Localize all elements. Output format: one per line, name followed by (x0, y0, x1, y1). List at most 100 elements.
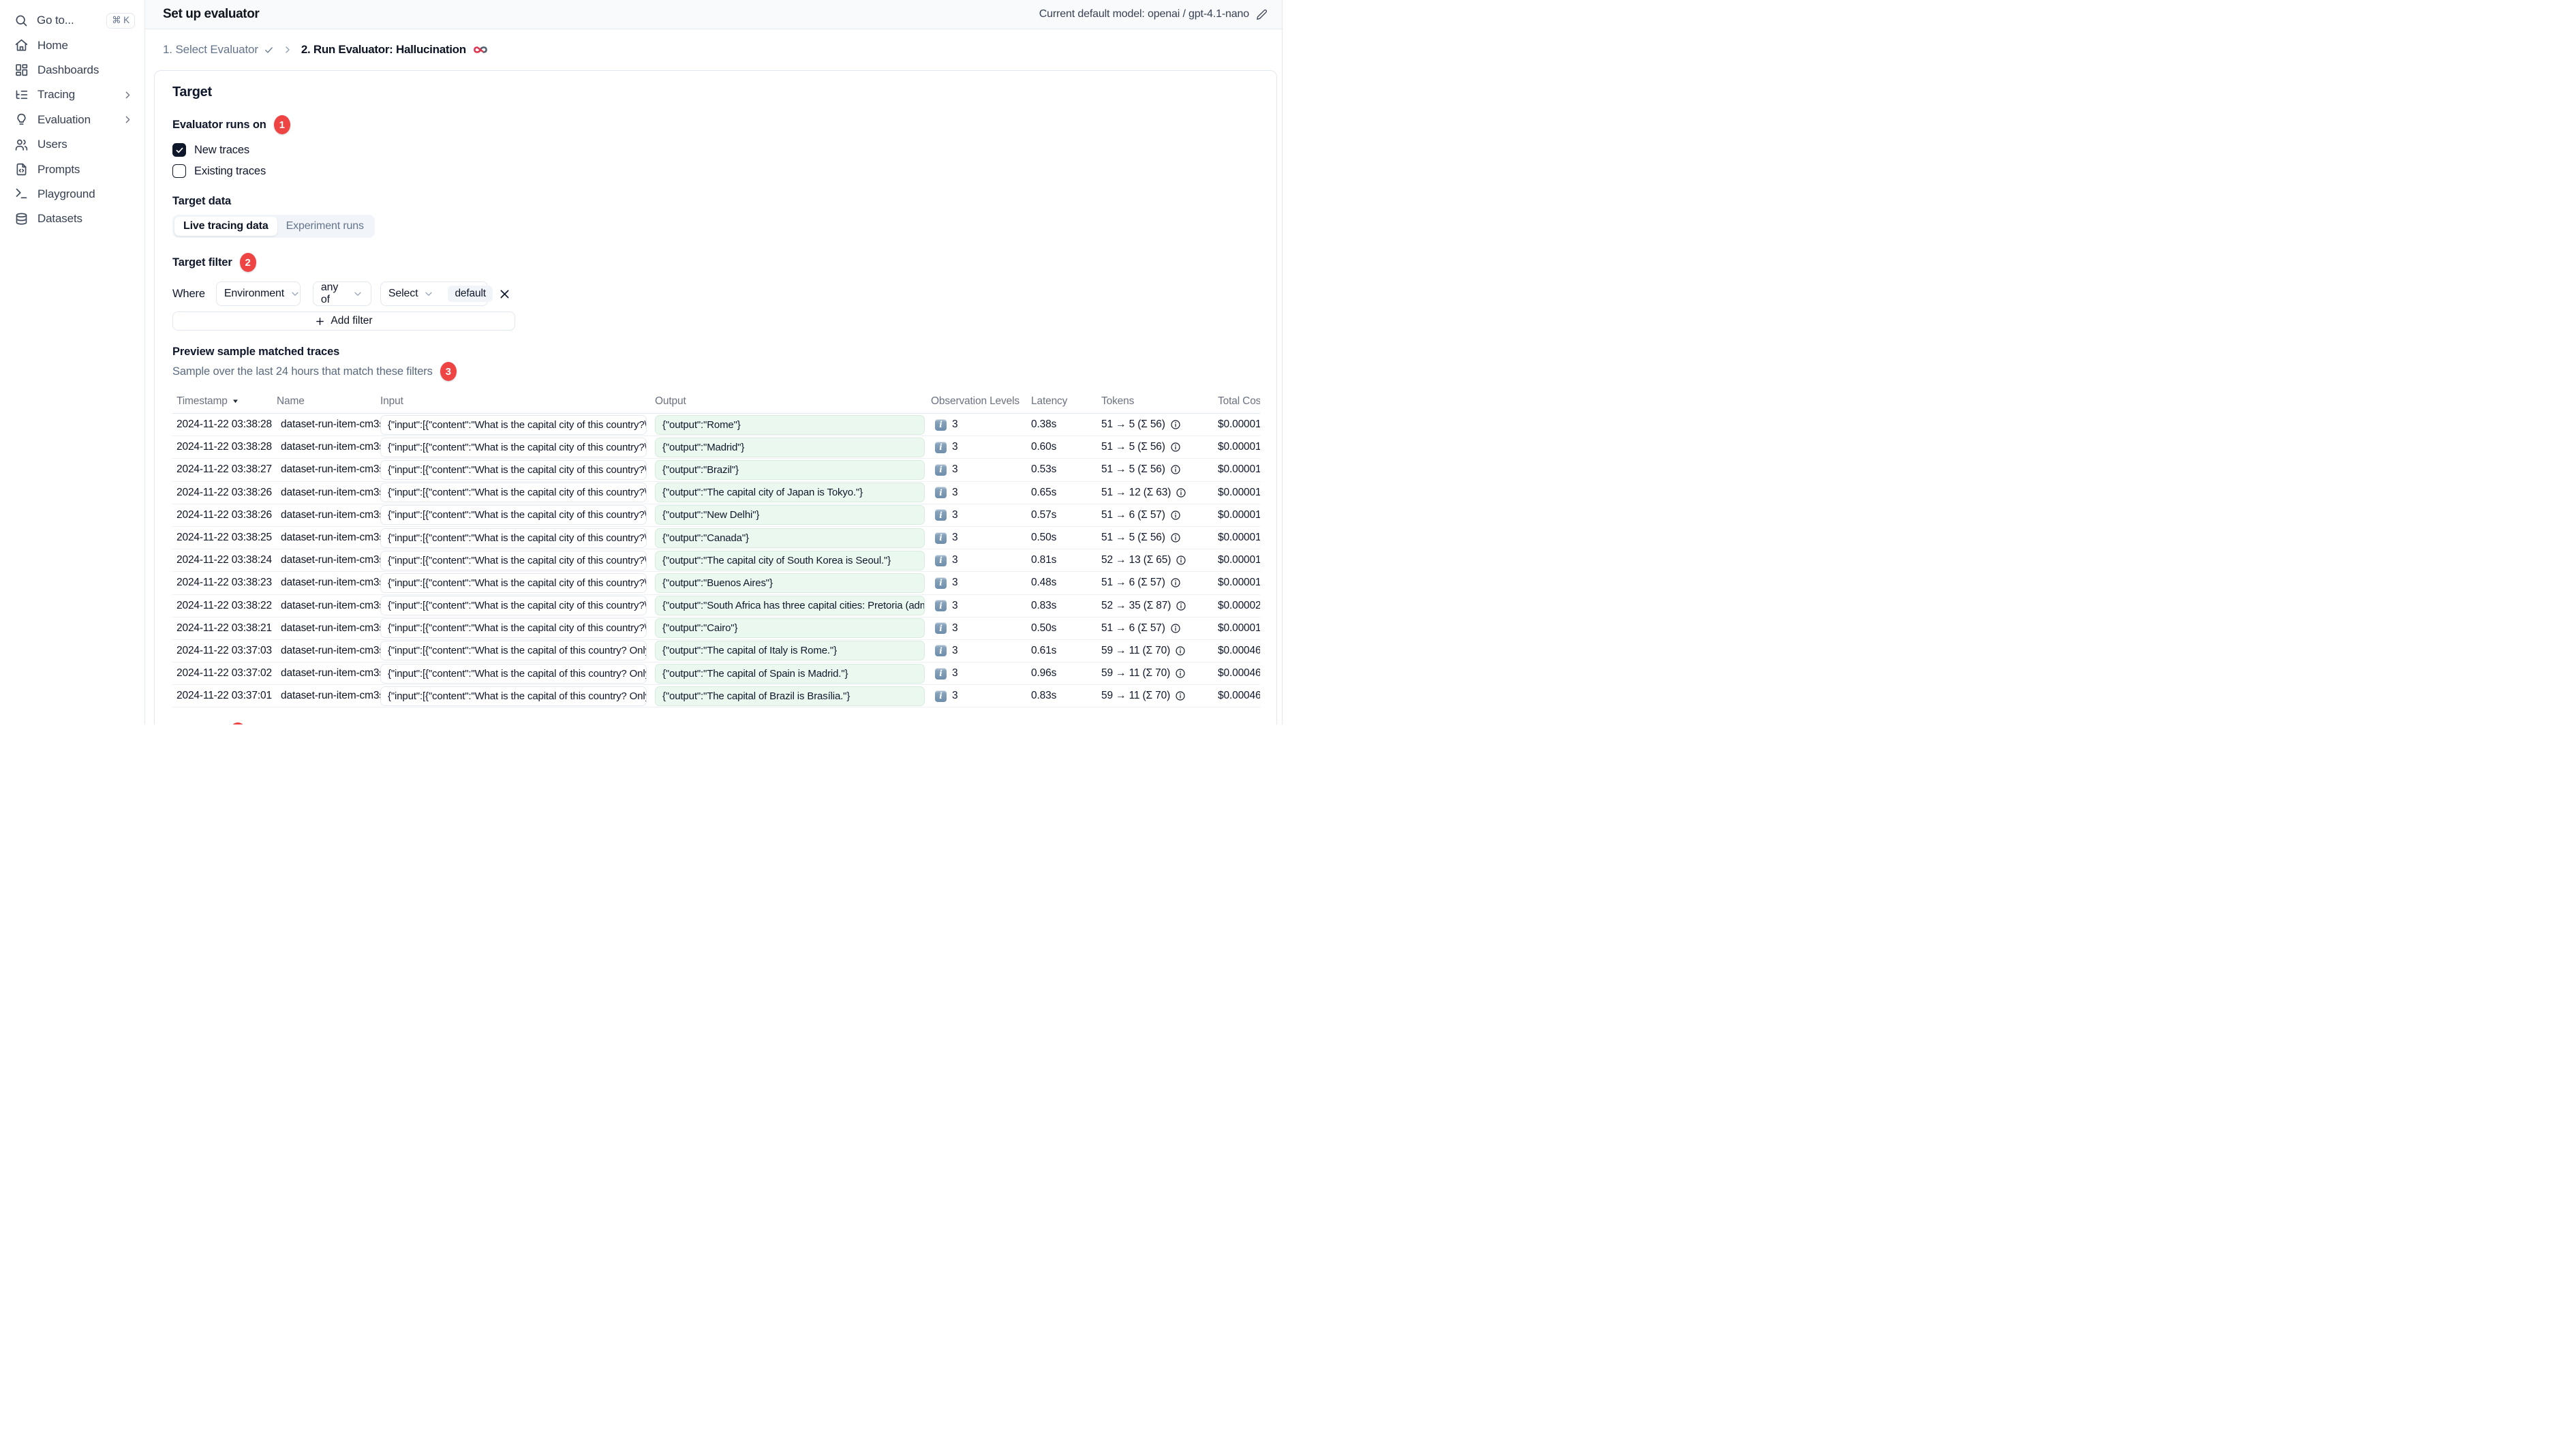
checkbox-checked[interactable] (172, 143, 186, 157)
column-header-total-cost[interactable]: Total Cost (1218, 395, 1260, 408)
table-row[interactable]: 2024-11-22 03:38:24 dataset-run-item-cm3… (172, 549, 1260, 573)
table-row[interactable]: 2024-11-22 03:38:26 dataset-run-item-cm3… (172, 504, 1260, 527)
runs-on-label-row: Evaluator runs on 1 (172, 115, 1259, 134)
info-circle-icon[interactable] (1170, 464, 1181, 475)
cell-output[interactable]: {"output":"The capital of Spain is Madri… (655, 663, 925, 684)
tab-live-tracing-data[interactable]: Live tracing data (174, 217, 277, 236)
cell-input[interactable]: {"input":[{"content":"What is the capita… (380, 528, 647, 548)
cell-latency: 0.38s (1031, 418, 1057, 431)
cell-tokens: 52 → 13 (Σ 65) (1101, 554, 1218, 566)
table-row[interactable]: 2024-11-22 03:38:27 dataset-run-item-cm3… (172, 459, 1260, 482)
cell-timestamp: 2024-11-22 03:38:28 (177, 441, 272, 453)
remove-filter-button[interactable] (498, 288, 511, 301)
checkbox-unchecked[interactable] (172, 164, 186, 178)
info-circle-icon[interactable] (1170, 419, 1181, 430)
cell-output[interactable]: {"output":"Brazil"} (655, 459, 925, 480)
cell-input[interactable]: {"input":[{"content":"What is the capita… (380, 414, 647, 435)
cell-output[interactable]: {"output":"The capital city of South Kor… (655, 550, 925, 570)
table-row[interactable]: 2024-11-22 03:37:02 dataset-run-item-cm3… (172, 662, 1260, 686)
cell-total-cost: $0.000011 ( (1218, 418, 1260, 431)
table-row[interactable]: 2024-11-22 03:37:01 dataset-run-item-cm3… (172, 685, 1260, 708)
checkbox-new-traces[interactable]: New traces (172, 141, 1259, 159)
cell-output[interactable]: {"output":"Madrid"} (655, 437, 925, 457)
cell-input[interactable]: {"input":[{"content":"What is the capita… (380, 459, 647, 480)
column-header-output[interactable]: Output (655, 395, 931, 408)
checkbox-existing-traces[interactable]: Existing traces (172, 162, 1259, 180)
cell-output[interactable]: {"output":"Buenos Aires"} (655, 573, 925, 593)
sidebar-item-playground[interactable]: Playground (0, 182, 144, 207)
info-circle-icon[interactable] (1175, 668, 1186, 679)
users-icon (14, 138, 29, 152)
column-header-tokens[interactable]: Tokens (1101, 395, 1218, 408)
info-circle-icon[interactable] (1170, 510, 1181, 521)
sidebar-item-dashboards[interactable]: Dashboards (0, 58, 144, 82)
cell-input[interactable]: {"input":[{"content":"What is the capita… (380, 596, 647, 616)
table-row[interactable]: 2024-11-22 03:37:03 dataset-run-item-cm3… (172, 640, 1260, 663)
info-circle-icon[interactable] (1176, 487, 1186, 498)
table-row[interactable]: 2024-11-22 03:38:21 dataset-run-item-cm3… (172, 617, 1260, 640)
table-row[interactable]: 2024-11-22 03:38:28 dataset-run-item-cm3… (172, 436, 1260, 459)
cell-input[interactable]: {"input":[{"content":"What is the capita… (380, 641, 647, 661)
cell-observation-levels: i 3 (931, 441, 1031, 453)
filter-column-select[interactable]: Environment (215, 281, 301, 306)
goto-button[interactable]: Go to... ⌘ K (0, 8, 144, 33)
cell-output[interactable]: {"output":"The capital city of Japan is … (655, 483, 925, 503)
sidebar-item-home[interactable]: Home (0, 33, 144, 57)
column-header-name[interactable]: Name (277, 395, 380, 408)
pencil-icon[interactable] (1256, 9, 1268, 20)
cell-name: dataset-run-item-cm3s4 (281, 622, 380, 634)
cell-latency: 0.96s (1031, 667, 1057, 680)
column-header-timestamp[interactable]: Timestamp (172, 395, 277, 408)
table-row[interactable]: 2024-11-22 03:38:22 dataset-run-item-cm3… (172, 595, 1260, 617)
cell-input[interactable]: {"input":[{"content":"What is the capita… (380, 505, 647, 525)
cell-output[interactable]: {"output":"South Africa has three capita… (655, 596, 925, 616)
cell-output[interactable]: {"output":"Rome"} (655, 414, 925, 435)
filter-operator-select[interactable]: any of (312, 281, 371, 306)
cell-input[interactable]: {"input":[{"content":"What is the capita… (380, 618, 647, 639)
table-row[interactable]: 2024-11-22 03:38:23 dataset-run-item-cm3… (172, 572, 1260, 595)
cell-output[interactable]: {"output":"Canada"} (655, 528, 925, 548)
info-circle-icon[interactable] (1170, 577, 1181, 588)
filter-value-select[interactable]: Select default (380, 281, 493, 306)
info-circle-icon[interactable] (1170, 532, 1181, 543)
tab-experiment-runs[interactable]: Experiment runs (277, 217, 373, 236)
column-header-input[interactable]: Input (380, 395, 655, 408)
page-scrollbar[interactable] (1282, 0, 1288, 724)
cell-input[interactable]: {"input":[{"content":"What is the capita… (380, 550, 647, 570)
info-circle-icon[interactable] (1175, 690, 1186, 701)
sidebar-item-evaluation[interactable]: Evaluation (0, 108, 144, 132)
cell-input[interactable]: {"input":[{"content":"What is the capita… (380, 483, 647, 503)
cell-input[interactable]: {"input":[{"content":"What is the capita… (380, 663, 647, 684)
cell-input[interactable]: {"input":[{"content":"What is the capita… (380, 573, 647, 593)
cell-output[interactable]: {"output":"The capital of Italy is Rome.… (655, 641, 925, 661)
table-row[interactable]: 2024-11-22 03:38:25 dataset-run-item-cm3… (172, 527, 1260, 550)
add-filter-button[interactable]: Add filter (172, 311, 515, 331)
info-circle-icon[interactable] (1175, 645, 1186, 656)
column-header-observation-levels[interactable]: Observation Levels (931, 395, 1031, 408)
table-row[interactable]: 2024-11-22 03:38:28 dataset-run-item-cm3… (172, 414, 1260, 437)
table-row[interactable]: 2024-11-22 03:38:26 dataset-run-item-cm3… (172, 482, 1260, 504)
sidebar-item-datasets[interactable]: Datasets (0, 207, 144, 231)
info-circle-icon[interactable] (1176, 555, 1186, 566)
cell-output[interactable]: {"output":"New Delhi"} (655, 505, 925, 525)
cell-input[interactable]: {"input":[{"content":"What is the capita… (380, 437, 647, 457)
cell-tokens: 51 → 6 (Σ 57) (1101, 577, 1218, 589)
cell-output[interactable]: {"output":"Cairo"} (655, 618, 925, 639)
info-circle-icon[interactable] (1170, 623, 1181, 634)
cell-name: dataset-run-item-cm3s4 (281, 463, 380, 476)
cell-total-cost: $0.00046 ( (1218, 667, 1260, 680)
info-emoji-icon: i (935, 418, 947, 431)
info-circle-icon[interactable] (1176, 600, 1186, 611)
sidebar-item-tracing[interactable]: Tracing (0, 82, 144, 107)
evaluation-icon (14, 112, 29, 127)
cell-output[interactable]: {"output":"The capital of Brazil is Bras… (655, 686, 925, 706)
column-header-latency[interactable]: Latency (1031, 395, 1101, 408)
sidebar-item-prompts[interactable]: Prompts (0, 157, 144, 181)
cell-observation-levels: i 3 (931, 667, 1031, 680)
breadcrumb-step-1[interactable]: 1. Select Evaluator (163, 43, 274, 57)
info-circle-icon[interactable] (1170, 442, 1181, 453)
cell-timestamp: 2024-11-22 03:38:21 (177, 622, 272, 634)
sidebar-item-users[interactable]: Users (0, 132, 144, 157)
cell-input[interactable]: {"input":[{"content":"What is the capita… (380, 686, 647, 706)
cell-timestamp: 2024-11-22 03:38:24 (177, 554, 272, 566)
